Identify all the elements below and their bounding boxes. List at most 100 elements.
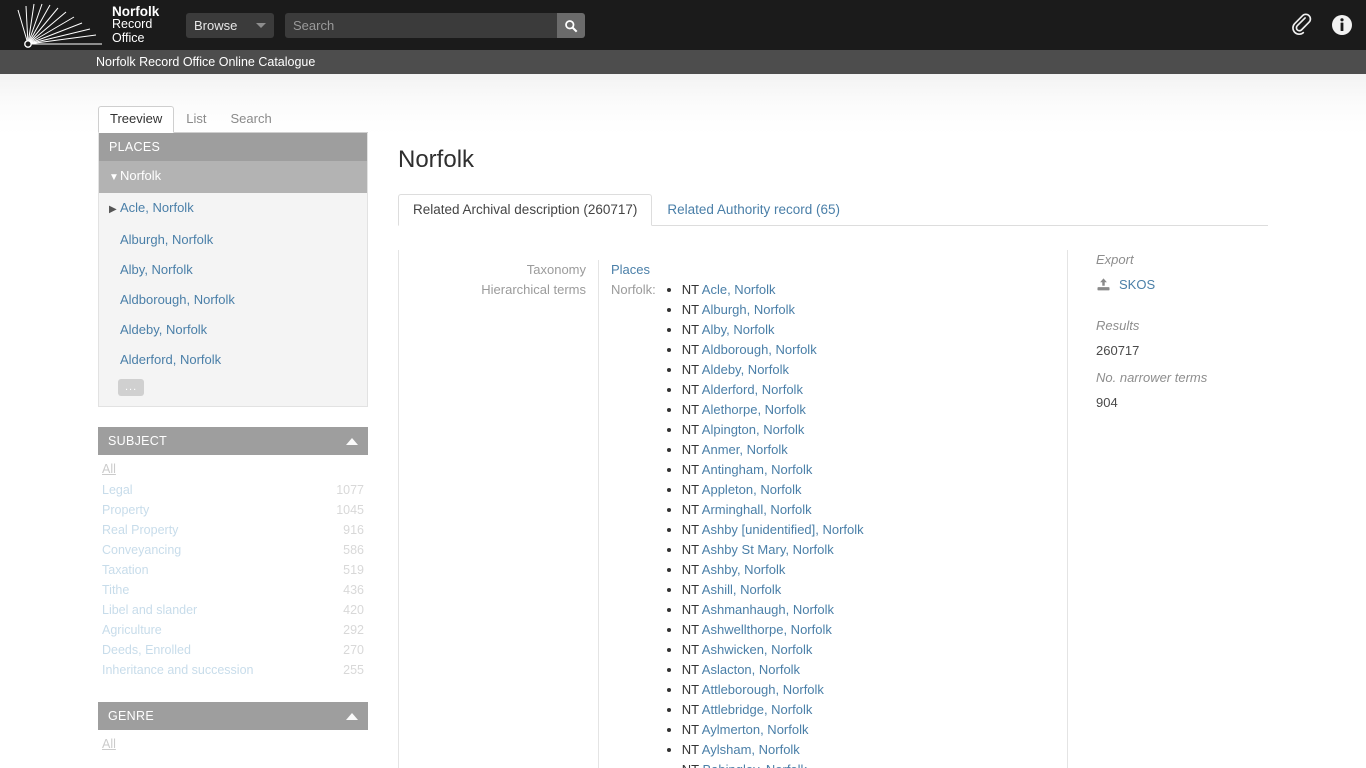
facet-row[interactable]: Conveyancing 586 bbox=[100, 540, 366, 560]
tree-node-label: Alby, Norfolk bbox=[120, 262, 193, 277]
facet-row[interactable]: Agriculture 292 bbox=[100, 620, 366, 640]
narrower-term-link[interactable]: Arminghall, Norfolk bbox=[702, 502, 812, 517]
narrower-term-link[interactable]: Ashmanhaugh, Norfolk bbox=[702, 602, 834, 617]
narrower-term-link[interactable]: Alderford, Norfolk bbox=[702, 382, 803, 397]
facet-row-count: 586 bbox=[343, 543, 364, 557]
facet-row-label: Taxation bbox=[102, 563, 149, 577]
tree-load-more-button[interactable]: ... bbox=[118, 379, 145, 396]
narrower-term-link[interactable]: Ashby [unidentified], Norfolk bbox=[702, 522, 864, 537]
facet-row[interactable]: Inheritance and succession 255 bbox=[100, 660, 366, 680]
nt-prefix: NT bbox=[681, 602, 702, 617]
facet-row-label: Inheritance and succession bbox=[102, 663, 254, 677]
narrower-term-link[interactable]: Acle, Norfolk bbox=[702, 282, 776, 297]
narrower-term-item: NT Ashill, Norfolk bbox=[682, 580, 864, 600]
export-skos-link[interactable]: SKOS bbox=[1096, 277, 1268, 292]
clipboard-button[interactable] bbox=[1290, 13, 1314, 37]
narrower-term-link[interactable]: Anmer, Norfolk bbox=[702, 442, 788, 457]
info-icon bbox=[1332, 15, 1352, 35]
triangle-down-icon: ▼ bbox=[109, 172, 119, 183]
tab-related-authority-record[interactable]: Related Authority record (65) bbox=[652, 194, 855, 225]
narrower-term-link[interactable]: Antingham, Norfolk bbox=[702, 462, 813, 477]
sidebar-tab-list[interactable]: List bbox=[174, 106, 218, 132]
narrower-term-link[interactable]: Aldeby, Norfolk bbox=[702, 362, 789, 377]
sidebar-tab-treeview[interactable]: Treeview bbox=[98, 106, 175, 133]
narrower-term-link[interactable]: Aylsham, Norfolk bbox=[702, 742, 800, 757]
facet-row[interactable]: Tithe 436 bbox=[100, 580, 366, 600]
search-input[interactable] bbox=[285, 13, 557, 38]
facet-row[interactable]: Property 1045 bbox=[100, 500, 366, 520]
narrower-term-item: NT Attlebridge, Norfolk bbox=[682, 700, 864, 720]
facet-row[interactable]: Legal 1077 bbox=[100, 480, 366, 500]
narrower-term-link[interactable]: Ashwicken, Norfolk bbox=[702, 642, 813, 657]
sidebar-tab-treeview-label: Treeview bbox=[110, 111, 163, 126]
narrower-term-link[interactable]: Aslacton, Norfolk bbox=[702, 662, 800, 677]
facet-row-count: 420 bbox=[343, 603, 364, 617]
narrower-term-link[interactable]: Alby, Norfolk bbox=[702, 322, 775, 337]
narrower-term-link[interactable]: Aldborough, Norfolk bbox=[702, 342, 817, 357]
sidebar-tab-search[interactable]: Search bbox=[219, 106, 284, 132]
site-logo[interactable]: Norfolk Record Office bbox=[14, 0, 186, 50]
narrower-term-item: NT Ashby St Mary, Norfolk bbox=[682, 540, 864, 560]
logo-wordmark: Norfolk Record Office bbox=[112, 5, 159, 46]
logo-line-1: Norfolk bbox=[112, 3, 160, 19]
facet-row[interactable]: Deeds, Enrolled 270 bbox=[100, 640, 366, 660]
tab-related-archival-description[interactable]: Related Archival description (260717) bbox=[398, 194, 653, 226]
top-header-bar: Norfolk Record Office Browse bbox=[0, 0, 1366, 50]
facet-row-label: Property bbox=[102, 503, 150, 517]
facet-subject-header[interactable]: SUBJECT bbox=[98, 427, 368, 455]
tree-node-alburgh[interactable]: Alburgh, Norfolk bbox=[99, 225, 367, 255]
tree-node-acle[interactable]: ▶ Acle, Norfolk bbox=[99, 193, 367, 225]
narrower-term-item: NT Ashby [unidentified], Norfolk bbox=[682, 520, 864, 540]
facet-subject-body: All Legal 1077 Property 1045 Real Proper… bbox=[98, 455, 368, 682]
facet-genre-all[interactable]: All bbox=[100, 734, 366, 755]
label-taxonomy: Taxonomy bbox=[526, 262, 586, 277]
facet-row[interactable]: Taxation 519 bbox=[100, 560, 366, 580]
logo-line-3: Office bbox=[112, 30, 145, 45]
nt-prefix: NT bbox=[681, 622, 702, 637]
narrower-term-link[interactable]: Attleborough, Norfolk bbox=[702, 682, 824, 697]
sidebar-tab-search-label: Search bbox=[230, 111, 272, 126]
search-submit-button[interactable] bbox=[557, 13, 585, 38]
facet-row-count: 292 bbox=[343, 623, 364, 637]
tree-node-aldeby[interactable]: Aldeby, Norfolk bbox=[99, 315, 367, 345]
nt-prefix: NT bbox=[681, 422, 702, 437]
nt-prefix: NT bbox=[681, 482, 702, 497]
facet-row-count: 1077 bbox=[336, 483, 364, 497]
fan-logo-icon bbox=[17, 3, 102, 48]
tree-node-aldborough[interactable]: Aldborough, Norfolk bbox=[99, 285, 367, 315]
left-sidebar: Treeview List Search PLACES ▼Norfolk ▶ Ac… bbox=[98, 106, 368, 757]
narrower-term-item: NT Alpington, Norfolk bbox=[682, 420, 864, 440]
narrower-term-item: NT Alby, Norfolk bbox=[682, 320, 864, 340]
facet-row-count: 916 bbox=[343, 523, 364, 537]
narrower-term-link[interactable]: Alpington, Norfolk bbox=[702, 422, 805, 437]
paperclip-icon bbox=[1292, 13, 1312, 35]
narrower-term-link[interactable]: Appleton, Norfolk bbox=[702, 482, 802, 497]
browse-button[interactable]: Browse bbox=[186, 13, 274, 38]
tree-node-norfolk[interactable]: ▼Norfolk bbox=[99, 161, 367, 193]
narrower-term-link[interactable]: Ashwellthorpe, Norfolk bbox=[702, 622, 832, 637]
main-content: Norfolk Related Archival description (26… bbox=[398, 146, 1298, 768]
facet-row[interactable]: Libel and slander 420 bbox=[100, 600, 366, 620]
facet-genre-header[interactable]: GENRE bbox=[98, 702, 368, 730]
tree-node-alby[interactable]: Alby, Norfolk bbox=[99, 255, 367, 285]
narrower-terms-heading: No. narrower terms bbox=[1096, 370, 1208, 385]
narrower-term-link[interactable]: Aylmerton, Norfolk bbox=[702, 722, 809, 737]
term-detail-panel: Taxonomy Hierarchical terms Places Norfo… bbox=[398, 250, 1068, 768]
narrower-term-link[interactable]: Ashby St Mary, Norfolk bbox=[702, 542, 834, 557]
nt-prefix: NT bbox=[681, 722, 702, 737]
narrower-term-link[interactable]: Babingley, Norfolk bbox=[703, 762, 808, 768]
narrower-term-link[interactable]: Alburgh, Norfolk bbox=[702, 302, 795, 317]
tree-node-norfolk-label: Norfolk bbox=[120, 168, 162, 183]
taxonomy-value-link[interactable]: Places bbox=[611, 260, 1067, 280]
info-button[interactable] bbox=[1330, 13, 1354, 37]
narrower-term-link[interactable]: Alethorpe, Norfolk bbox=[702, 402, 806, 417]
narrower-term-link[interactable]: Ashby, Norfolk bbox=[702, 562, 786, 577]
narrower-term-link[interactable]: Attlebridge, Norfolk bbox=[702, 702, 813, 717]
nt-prefix: NT bbox=[681, 382, 702, 397]
tab-label: Related Archival description (260717) bbox=[413, 202, 638, 217]
nt-prefix: NT bbox=[681, 542, 702, 557]
tree-node-alderford[interactable]: Alderford, Norfolk bbox=[99, 345, 367, 375]
facet-row[interactable]: Real Property 916 bbox=[100, 520, 366, 540]
narrower-term-link[interactable]: Ashill, Norfolk bbox=[702, 582, 781, 597]
facet-subject-all[interactable]: All bbox=[100, 459, 366, 480]
